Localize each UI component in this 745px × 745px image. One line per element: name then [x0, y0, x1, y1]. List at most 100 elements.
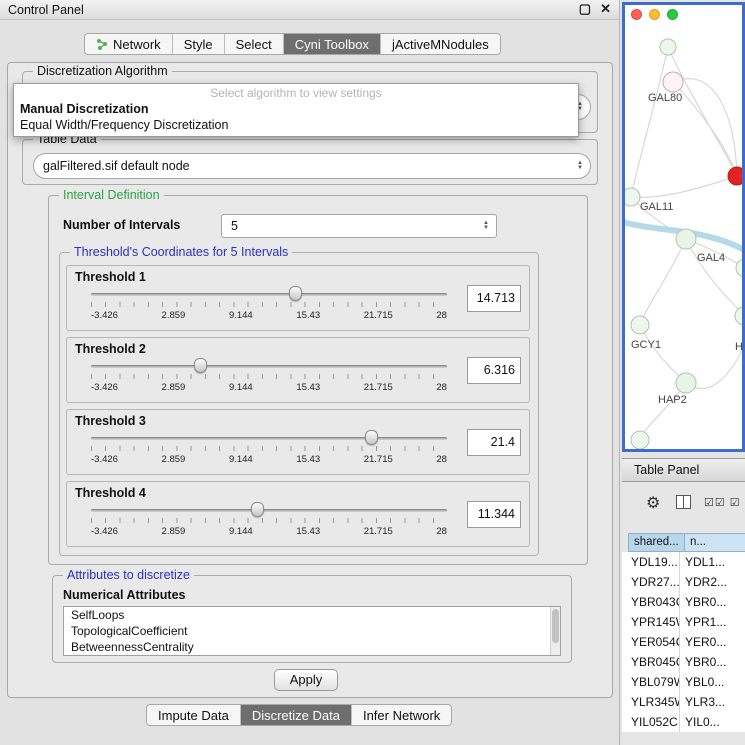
- table-row[interactable]: YBR043C YBR0...: [622, 592, 745, 612]
- apply-button[interactable]: Apply: [274, 669, 338, 691]
- threshold-2-label: Threshold 2: [75, 342, 146, 356]
- columns-icon[interactable]: [676, 495, 691, 514]
- gear-icon[interactable]: ⚙: [646, 493, 660, 513]
- close-traffic-icon[interactable]: [631, 9, 642, 20]
- tab-discretize-data[interactable]: Discretize Data: [241, 705, 352, 725]
- table-row[interactable]: YBL079W YBL0...: [622, 672, 745, 692]
- table-row[interactable]: YBR045C YBR0...: [622, 652, 745, 672]
- threshold-4-panel: Threshold 4 -3.4262.8599.14415.4321.7152…: [66, 481, 530, 547]
- number-of-intervals-select[interactable]: 5 ▲▼: [221, 214, 497, 238]
- tab-network-label: Network: [113, 37, 161, 52]
- close-icon[interactable]: ✕: [600, 1, 611, 17]
- cyni-bottom-tabs: Impute Data Discretize Data Infer Networ…: [146, 704, 452, 726]
- numerical-attributes-list[interactable]: SelfLoops TopologicalCoefficient Between…: [63, 606, 561, 656]
- table-panel-title: Table Panel: [634, 463, 699, 477]
- table-data-select[interactable]: galFiltered.sif default node ▲▼: [33, 153, 591, 179]
- slider-ticks: [91, 374, 447, 379]
- tab-network[interactable]: Network: [85, 34, 173, 54]
- slider-ticks: [91, 518, 447, 523]
- window-controls: [631, 9, 678, 20]
- node[interactable]: [631, 431, 649, 449]
- slider-scale: -3.4262.8599.14415.4321.71528: [91, 526, 447, 537]
- tab-impute-data[interactable]: Impute Data: [147, 705, 241, 725]
- slider-scale: -3.4262.8599.14415.4321.71528: [91, 454, 447, 465]
- cyni-toolbox-panel: Discretization Algorithm ▲▼ Select algor…: [7, 62, 613, 698]
- node-selected-red[interactable]: [728, 167, 742, 185]
- checkbox-filter-icons[interactable]: ☑☑ ☑: [704, 496, 741, 509]
- attributes-group: Attributes to discretize Numerical Attri…: [52, 575, 572, 663]
- slider-track[interactable]: [91, 365, 447, 368]
- node-gal4[interactable]: [676, 229, 696, 249]
- table-row[interactable]: YPR145W YPR1...: [622, 612, 745, 632]
- table-row[interactable]: YER054C YER0...: [622, 632, 745, 652]
- zoom-traffic-icon[interactable]: [667, 9, 678, 20]
- threshold-4-slider[interactable]: -3.4262.8599.14415.4321.71528: [91, 502, 447, 546]
- control-panel-titlebar[interactable]: Control Panel ▢ ✕: [0, 0, 619, 20]
- minimize-traffic-icon[interactable]: [649, 9, 660, 20]
- node-hap2[interactable]: [676, 373, 696, 393]
- table-row[interactable]: YIL052C YIL0...: [622, 712, 745, 732]
- threshold-1-slider[interactable]: -3.4262.8599.14415.4321.71528: [91, 286, 447, 330]
- slider-track[interactable]: [91, 293, 447, 296]
- list-item[interactable]: TopologicalCoefficient: [64, 623, 560, 639]
- node-gcy1[interactable]: [631, 316, 649, 334]
- slider-track[interactable]: [91, 509, 447, 512]
- node[interactable]: [735, 307, 742, 325]
- slider-ticks: [91, 302, 447, 307]
- column-header-shared-name[interactable]: shared...: [628, 533, 685, 552]
- float-window-icon[interactable]: ▢: [579, 1, 591, 17]
- threshold-2-panel: Threshold 2 -3.4262.8599.14415.4321.7152…: [66, 337, 530, 403]
- table-row[interactable]: YDR27... YDR2...: [622, 572, 745, 592]
- scrollbar-thumb[interactable]: [552, 609, 559, 643]
- attributes-group-title: Attributes to discretize: [63, 568, 194, 582]
- algorithm-placeholder-option[interactable]: Select algorithm to view settings: [14, 84, 578, 101]
- stepper-icon: ▲▼: [483, 221, 489, 231]
- table-header-row: shared... n...: [622, 533, 745, 552]
- threshold-4-label: Threshold 4: [75, 486, 146, 500]
- threshold-1-value[interactable]: 14.713: [467, 285, 521, 312]
- tab-infer-network[interactable]: Infer Network: [352, 705, 451, 725]
- stepper-icon: ▲▼: [577, 161, 583, 171]
- table-rows: YDL19... YDL1... YDR27... YDR2... YBR043…: [622, 552, 745, 732]
- tab-jactivemodules[interactable]: jActiveMNodules: [381, 34, 500, 54]
- node-label: HAP2: [658, 394, 687, 406]
- table-row[interactable]: YLR345W YLR3...: [622, 692, 745, 712]
- threshold-4-value[interactable]: 11.344: [467, 501, 521, 528]
- threshold-3-slider[interactable]: -3.4262.8599.14415.4321.71528: [91, 430, 447, 474]
- table-toolbar: ⚙ ☑☑ ☑: [622, 483, 745, 527]
- threshold-3-value[interactable]: 21.4: [467, 429, 521, 456]
- column-header-name[interactable]: n...: [685, 533, 745, 552]
- slider-track[interactable]: [91, 437, 447, 440]
- slider-ticks: [91, 446, 447, 451]
- list-item[interactable]: SelfLoops: [64, 607, 560, 623]
- threshold-2-value[interactable]: 6.316: [467, 357, 521, 384]
- slider-thumb[interactable]: [251, 502, 264, 517]
- node-gal80[interactable]: [663, 72, 683, 92]
- numerical-attributes-label: Numerical Attributes: [63, 588, 185, 602]
- slider-thumb[interactable]: [365, 430, 378, 445]
- tab-style[interactable]: Style: [173, 34, 225, 54]
- threshold-2-slider[interactable]: -3.4262.8599.14415.4321.71528: [91, 358, 447, 402]
- node[interactable]: [736, 259, 742, 277]
- network-icon: [96, 38, 108, 50]
- tab-cyni-toolbox[interactable]: Cyni Toolbox: [284, 34, 381, 54]
- list-scrollbar[interactable]: [550, 607, 560, 655]
- slider-scale: -3.4262.8599.14415.4321.71528: [91, 382, 447, 393]
- list-item[interactable]: BetweennessCentrality: [64, 639, 560, 655]
- number-of-intervals-label: Number of Intervals: [63, 218, 180, 232]
- node-gal11[interactable]: [625, 188, 640, 206]
- table-row[interactable]: YDL19... YDL1...: [622, 552, 745, 572]
- tab-select[interactable]: Select: [225, 34, 284, 54]
- slider-thumb[interactable]: [194, 358, 207, 373]
- network-canvas[interactable]: GAL80 GAL11 GAL4 GCY1 HAP2 H: [625, 25, 742, 449]
- algorithm-option-equal-width[interactable]: Equal Width/Frequency Discretization: [14, 117, 578, 136]
- table-data-group: Table Data galFiltered.sif default node …: [22, 139, 598, 185]
- slider-thumb[interactable]: [289, 286, 302, 301]
- interval-definition-group: Interval Definition Number of Intervals …: [48, 195, 588, 565]
- algorithm-option-manual[interactable]: Manual Discretization: [14, 101, 578, 117]
- table-data-selected-value: galFiltered.sif default node: [43, 159, 190, 173]
- control-panel-tabs: Network Style Select Cyni Toolbox jActiv…: [84, 33, 501, 55]
- node[interactable]: [660, 39, 676, 55]
- network-view-window[interactable]: GAL80 GAL11 GAL4 GCY1 HAP2 H: [622, 2, 745, 452]
- table-panel-titlebar[interactable]: Table Panel: [622, 458, 745, 482]
